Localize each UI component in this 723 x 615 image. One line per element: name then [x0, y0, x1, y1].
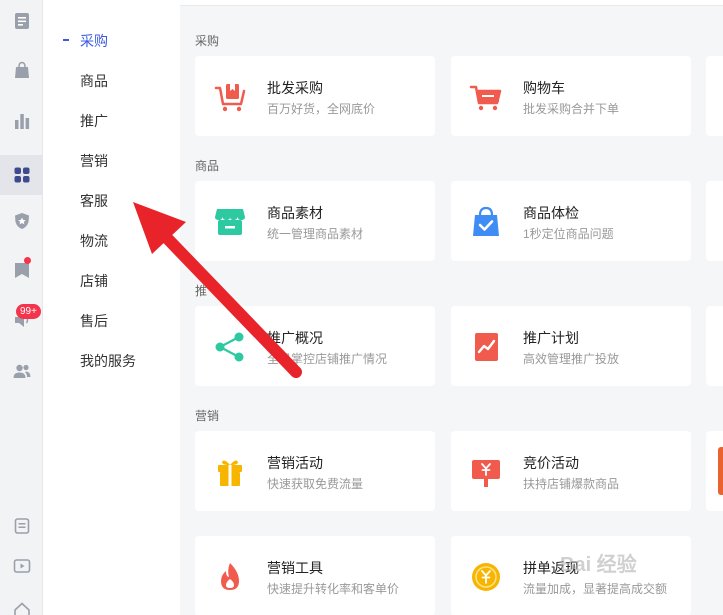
- card-title: 购物车: [523, 80, 565, 96]
- icon-rail: 99+: [0, 0, 43, 615]
- menu-item-my-services[interactable]: 我的服务: [80, 351, 136, 371]
- shield-star-icon[interactable]: [0, 201, 43, 241]
- card-title: 商品体检: [523, 205, 579, 221]
- ticket-icon[interactable]: [0, 506, 43, 546]
- share-nodes-icon: [215, 332, 244, 362]
- menu-item-marketing[interactable]: 营销: [80, 151, 108, 171]
- card-title: 推广概况: [267, 330, 323, 346]
- wholesale-card[interactable]: 批发采购 百万好货，全网底价: [195, 56, 435, 136]
- card-title: 营销活动: [267, 455, 323, 471]
- card-desc: 百万好货，全网底价: [267, 102, 376, 116]
- price-tag-icon: [472, 460, 500, 487]
- document-icon[interactable]: [0, 1, 43, 41]
- notification-dot: [24, 257, 31, 264]
- gift-icon: [218, 460, 242, 486]
- bag-check-icon: [473, 206, 499, 236]
- apps-icon[interactable]: [0, 155, 43, 195]
- bag-icon[interactable]: [0, 50, 43, 90]
- section-title-promotion: 推: [195, 284, 208, 298]
- card-desc: 批发采购合并下单: [523, 102, 620, 116]
- partial-card-icon: [718, 447, 723, 495]
- partial-card[interactable]: [706, 306, 723, 386]
- checkup-card[interactable]: 商品体检 1秒定位商品问题: [451, 181, 691, 261]
- card-title: 批发采购: [267, 80, 323, 96]
- card-title: 竞价活动: [523, 455, 579, 471]
- menu-item-purchase[interactable]: 采购: [80, 31, 108, 51]
- trend-chart-icon: [475, 333, 498, 361]
- promo-overview-card[interactable]: 推广概况 全局掌控店铺推广情况: [195, 306, 435, 386]
- card-desc: 快速获取免费流量: [267, 477, 364, 491]
- card-desc: 快速提升转化率和客单价: [267, 582, 400, 596]
- section-title-purchase: 采购: [195, 34, 220, 48]
- unread-badge: 99+: [16, 304, 41, 319]
- wholesale-cart-icon: [214, 84, 246, 112]
- material-card[interactable]: 商品素材 统一管理商品素材: [195, 181, 435, 261]
- card-title: 推广计划: [523, 330, 579, 346]
- category-menu: 采购 商品 推广 营销 客服 物流 店铺 售后 我的服务: [43, 0, 180, 615]
- card-desc: 高效管理推广投放: [523, 352, 620, 366]
- card-desc: 全局掌控店铺推广情况: [267, 352, 388, 366]
- watermark: Bai 经验: [560, 554, 637, 576]
- menu-item-goods[interactable]: 商品: [80, 71, 108, 91]
- partial-card[interactable]: [706, 56, 723, 136]
- section-title-goods: 商品: [195, 159, 220, 173]
- marketing-tools-card[interactable]: 营销工具 快速提升转化率和客单价: [195, 536, 435, 615]
- bar-chart-icon[interactable]: [0, 101, 43, 141]
- store-icon: [215, 209, 245, 235]
- cart-card[interactable]: 购物车 批发采购合并下单: [451, 56, 691, 136]
- menu-item-logistics[interactable]: 物流: [80, 231, 108, 251]
- menu-item-service[interactable]: 客服: [80, 191, 108, 211]
- active-indicator: [63, 39, 69, 41]
- home-icon[interactable]: [0, 590, 43, 615]
- top-bar: [180, 0, 723, 6]
- card-desc: 扶持店铺爆款商品: [523, 477, 620, 491]
- marketing-activity-card[interactable]: 营销活动 快速获取免费流量: [195, 431, 435, 511]
- card-title: 营销工具: [267, 560, 323, 576]
- section-title-marketing: 营销: [195, 409, 220, 423]
- card-desc: 1秒定位商品问题: [523, 227, 614, 241]
- menu-item-aftersales[interactable]: 售后: [80, 311, 108, 331]
- coin-icon: [472, 563, 500, 591]
- card-desc: 流量加成，显著提高成交额: [523, 582, 668, 596]
- bidding-activity-card[interactable]: 竞价活动 扶持店铺爆款商品: [451, 431, 691, 511]
- video-icon[interactable]: [0, 546, 43, 586]
- menu-item-store[interactable]: 店铺: [80, 271, 108, 291]
- card-desc: 统一管理商品素材: [267, 227, 364, 241]
- bookmark-icon[interactable]: [0, 250, 43, 290]
- card-title: 商品素材: [267, 205, 323, 221]
- promo-plan-card[interactable]: 推广计划 高效管理推广投放: [451, 306, 691, 386]
- partial-card[interactable]: [706, 181, 723, 261]
- users-icon[interactable]: [0, 351, 43, 391]
- menu-item-promotion[interactable]: 推广: [80, 111, 108, 131]
- shopping-cart-icon: [469, 85, 502, 111]
- flame-icon: [221, 563, 239, 590]
